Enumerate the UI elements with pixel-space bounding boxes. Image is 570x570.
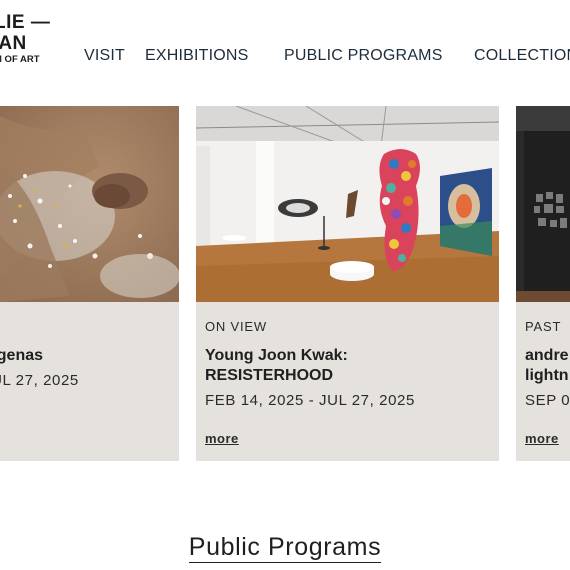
nav-item-exhibitions[interactable]: EXHIBITIONS xyxy=(145,47,249,65)
exhibition-dates: FEB 14, 2025 - JUL 27, 2025 xyxy=(205,392,415,409)
exhibition-title-line2: RESISTERHOOD xyxy=(205,367,334,384)
performance-photo xyxy=(0,106,179,302)
public-programs-heading: Public Programs xyxy=(188,533,382,563)
nav-item-public-programs[interactable]: PUBLIC PROGRAMS xyxy=(284,47,443,65)
exhibition-card[interactable]: ogenas JUL 27, 2025 xyxy=(0,106,179,461)
exhibition-title[interactable]: Young Joon Kwak: RESISTERHOOD xyxy=(205,346,348,386)
logo-text-line1: LIE — xyxy=(0,12,51,33)
exhibition-status: ON VIEW xyxy=(205,319,267,334)
nav-item-collection[interactable]: COLLECTION xyxy=(474,47,570,65)
exhibition-card[interactable]: PAST andre lightn SEP 04 more xyxy=(516,106,570,461)
exhibition-dates: JUL 27, 2025 xyxy=(0,372,79,389)
exhibition-title-line1: andre xyxy=(525,347,569,364)
more-link[interactable]: more xyxy=(525,431,559,446)
exhibition-title[interactable]: ogenas xyxy=(0,346,43,366)
exhibition-title-line2: lightn xyxy=(525,367,569,384)
more-link[interactable]: more xyxy=(205,431,239,446)
exhibition-title[interactable]: andre lightn xyxy=(525,346,569,386)
dark-gallery-photo xyxy=(516,106,570,302)
section-heading: Public Programs xyxy=(0,533,570,563)
nav-item-visit[interactable]: VISIT xyxy=(84,47,125,65)
exhibition-status: PAST xyxy=(525,319,562,334)
exhibition-image[interactable] xyxy=(516,106,570,302)
exhibition-image[interactable] xyxy=(0,106,179,302)
exhibition-image[interactable] xyxy=(196,106,499,302)
exhibition-dates: SEP 04 xyxy=(525,392,570,409)
exhibition-card[interactable]: ON VIEW Young Joon Kwak: RESISTERHOOD FE… xyxy=(196,106,499,461)
exhibition-title-line1: Young Joon Kwak: xyxy=(205,347,348,364)
gallery-photo xyxy=(196,106,499,302)
main-nav: VISIT EXHIBITIONS PUBLIC PROGRAMS COLLEC… xyxy=(0,47,570,67)
